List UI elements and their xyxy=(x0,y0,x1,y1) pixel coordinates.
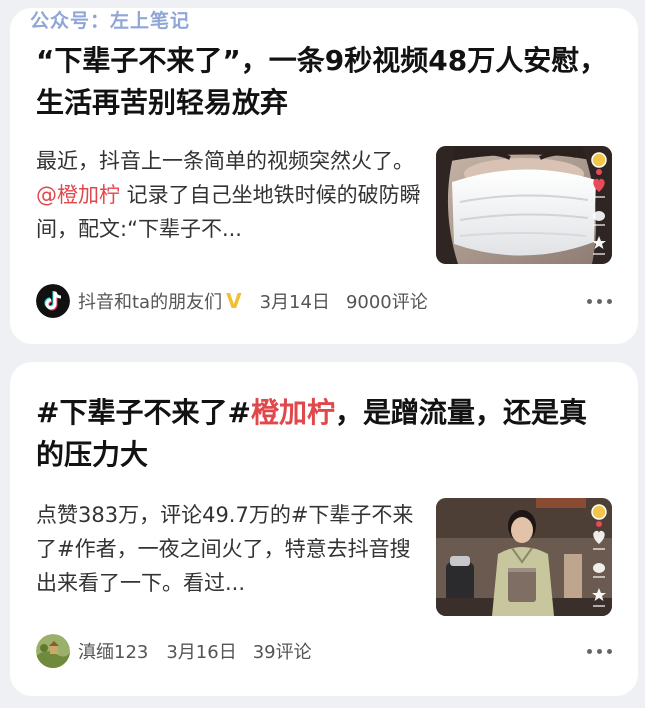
douyin-logo-icon[interactable] xyxy=(36,284,70,318)
title-text: #下辈子不来了# xyxy=(36,396,251,429)
article-card[interactable]: “下辈子不来了”，一条9秒视频48万人安慰，生活再苦别轻易放弃 最近，抖音上一条… xyxy=(10,8,638,344)
author-name[interactable]: 滇缅123 xyxy=(78,638,148,664)
article-meta: 滇缅123 3月16日 39评论 xyxy=(36,632,612,670)
video-side-icons xyxy=(590,152,608,264)
article-title[interactable]: #下辈子不来了#橙加柠，是蹭流量，还是真的压力大 xyxy=(36,392,612,476)
title-highlight: 橙加柠 xyxy=(250,396,335,429)
article-snippet: 点赞383万，评论49.7万的#下辈子不来了#作者，一夜之间火了，特意去抖音搜出… xyxy=(36,503,414,595)
article-thumbnail[interactable] xyxy=(436,498,612,616)
more-options-icon[interactable] xyxy=(587,298,612,304)
watermark-text: 公众号：左上笔记 xyxy=(30,10,191,32)
verified-badge: V xyxy=(226,289,242,313)
comment-count: 9000评论 xyxy=(345,292,428,313)
article-card[interactable]: #下辈子不来了#橙加柠，是蹭流量，还是真的压力大 点赞383万，评论49.7万的… xyxy=(10,362,638,696)
article-thumbnail[interactable] xyxy=(436,146,612,264)
publish-date: 3月16日 xyxy=(166,642,237,663)
article-meta: 抖音和ta的朋友们 V 3月14日 9000评论 xyxy=(36,282,612,320)
article-title[interactable]: “下辈子不来了”，一条9秒视频48万人安慰，生活再苦别轻易放弃 xyxy=(36,40,612,124)
more-options-icon[interactable] xyxy=(587,648,612,654)
masked-face-image xyxy=(436,146,612,264)
mention-link[interactable]: @橙加柠 xyxy=(36,183,120,207)
comment-count: 39评论 xyxy=(252,642,312,663)
author-name[interactable]: 抖音和ta的朋友们 xyxy=(78,288,222,314)
publish-date: 3月14日 xyxy=(259,292,330,313)
article-snippet: 最近，抖音上一条简单的视频突然火了。@橙加柠 记录了自己坐地铁时候的破防瞬间，配… xyxy=(36,144,422,246)
video-side-icons xyxy=(590,504,608,616)
snippet-text: 最近，抖音上一条简单的视频突然火了。 xyxy=(36,149,414,173)
woman-portrait-image xyxy=(436,498,612,616)
landscape-avatar-icon[interactable] xyxy=(36,634,70,668)
